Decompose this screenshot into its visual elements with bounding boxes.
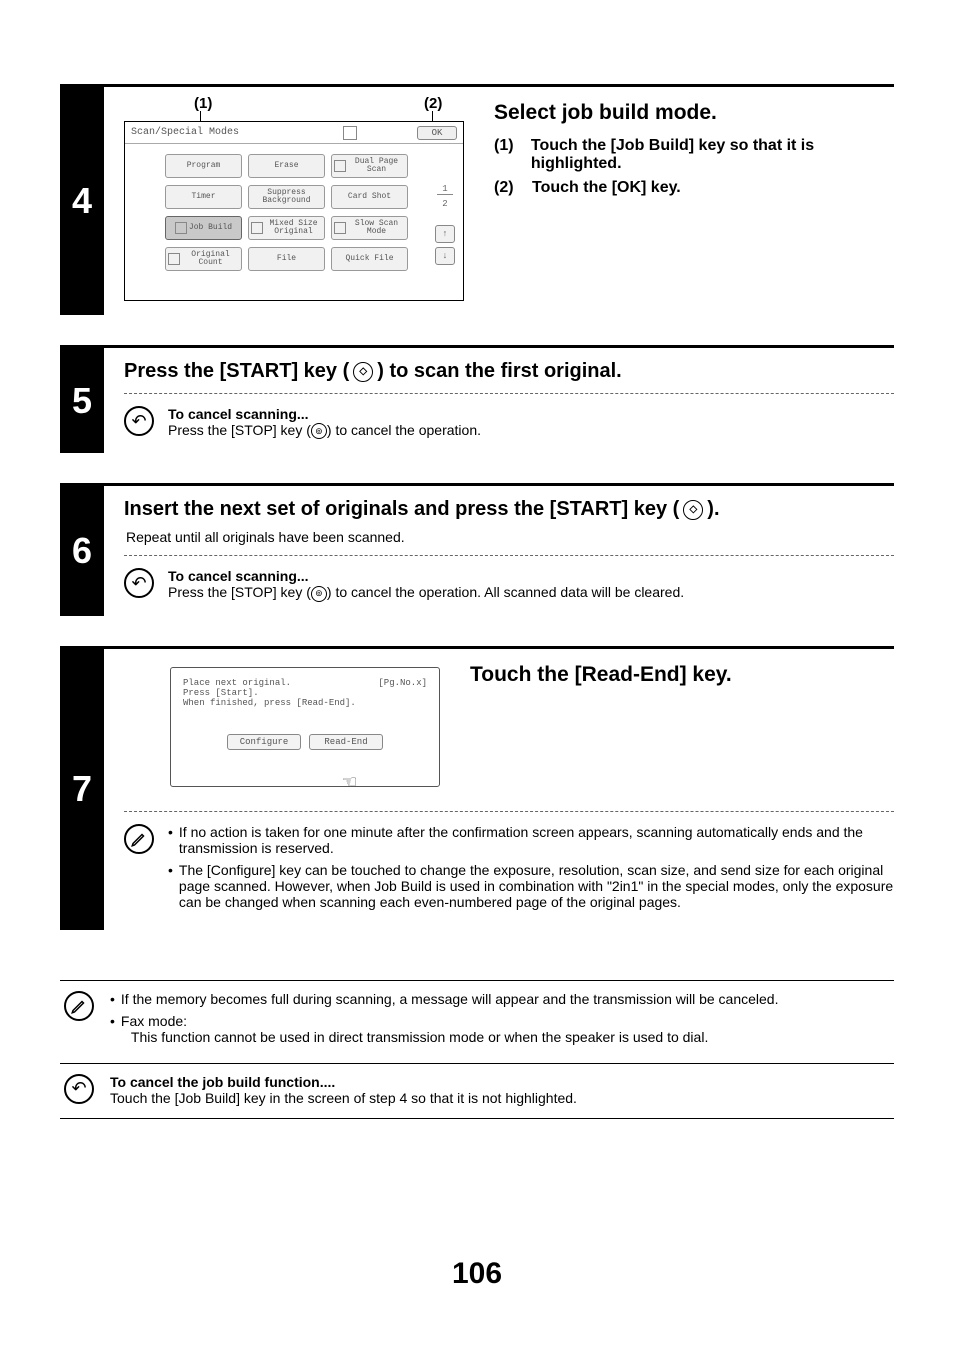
sub-text-1: Touch the [Job Build] key so that it is … <box>531 137 894 173</box>
step-4: 4 (1) (2) Scan/Special Modes OK <box>60 84 894 315</box>
hand-pointer-icon: ☜ <box>343 770 356 796</box>
dual-page-scan-button[interactable]: Dual Page Scan <box>331 154 408 178</box>
bullet-1: If no action is taken for one minute aft… <box>168 824 894 856</box>
bottom-notes: If the memory becomes full during scanni… <box>60 980 894 1119</box>
callout-1: (1) <box>194 95 212 112</box>
step-number: 4 <box>60 87 104 315</box>
cancel-job-build-body: Touch the [Job Build] key in the screen … <box>110 1090 890 1106</box>
step-number: 5 <box>60 348 104 453</box>
cancel-note: ↶ To cancel scanning... Press the [STOP]… <box>124 568 894 601</box>
page-number: 106 <box>0 1257 954 1291</box>
scroll-up-button[interactable]: ↑ <box>435 225 455 243</box>
cancel-note-body: Press the [STOP] key (⊚) to cancel the o… <box>168 584 684 601</box>
page-indicator-bottom: 2 <box>442 199 447 209</box>
card-shot-button[interactable]: Card Shot <box>331 185 408 209</box>
step-6: 6 Insert the next set of originals and p… <box>60 483 894 615</box>
erase-button[interactable]: Erase <box>248 154 325 178</box>
program-button[interactable]: Program <box>165 154 242 178</box>
quick-file-button[interactable]: Quick File <box>331 247 408 271</box>
step-number: 6 <box>60 486 104 615</box>
panel-line-2: Press [Start]. <box>183 688 427 698</box>
configure-button[interactable]: Configure <box>227 734 301 750</box>
bullet-2: The [Configure] key can be touched to ch… <box>168 862 894 910</box>
step-6-heading: Insert the next set of originals and pre… <box>124 498 894 521</box>
step-7: 7 Place next original. [Pg.No.x] Press [… <box>60 646 894 930</box>
mixed-size-original-button[interactable]: Mixed Size Original <box>248 216 325 240</box>
read-end-panel: Place next original. [Pg.No.x] Press [St… <box>170 667 440 787</box>
cancel-note-body: Press the [STOP] key (⊚) to cancel the o… <box>168 422 481 439</box>
file-button[interactable]: File <box>248 247 325 271</box>
stop-key-icon: ⊚ <box>311 423 327 439</box>
sub-text-2: Touch the [OK] key. <box>532 179 681 197</box>
panel-scroll: 1 2 ↑ ↓ <box>433 156 457 265</box>
stop-key-icon: ⊚ <box>311 586 327 602</box>
step-number: 7 <box>60 649 104 930</box>
undo-icon: ↶ <box>64 1074 94 1104</box>
pencil-icon <box>124 824 154 854</box>
step-7-heading: Touch the [Read-End] key. <box>470 663 732 687</box>
step-5-heading: Press the [START] key ( ◇ ) to scan the … <box>124 360 894 383</box>
cancel-note: ↶ To cancel scanning... Press the [STOP]… <box>124 406 894 439</box>
bottom-bullet-2: Fax mode: This function cannot be used i… <box>110 1013 890 1045</box>
bottom-bullet-1: If the memory becomes full during scanni… <box>110 991 890 1007</box>
slow-scan-icon <box>334 222 346 234</box>
step-7-notes: If no action is taken for one minute aft… <box>124 824 894 916</box>
panel-line-3: When finished, press [Read-End]. <box>183 698 427 708</box>
touch-panel-wrap: (1) (2) Scan/Special Modes OK Pro <box>124 95 464 301</box>
start-key-icon: ◇ <box>683 500 703 520</box>
callout-2: (2) <box>424 95 442 112</box>
slow-scan-mode-button[interactable]: Slow Scan Mode <box>331 216 408 240</box>
job-build-icon <box>175 222 187 234</box>
timer-button[interactable]: Timer <box>165 185 242 209</box>
page-indicator-top: 1 <box>437 184 453 195</box>
divider <box>124 811 894 812</box>
job-build-button[interactable]: Job Build <box>165 216 242 240</box>
read-end-button[interactable]: Read-End <box>309 734 383 750</box>
scroll-down-button[interactable]: ↓ <box>435 247 455 265</box>
sub-label-2: (2) <box>494 179 522 197</box>
sub-label-1: (1) <box>494 137 521 173</box>
step-6-subdesc: Repeat until all originals have been sca… <box>126 529 894 545</box>
step-4-instructions: Select job build mode. (1) Touch the [Job… <box>494 95 894 203</box>
suppress-background-button[interactable]: Suppress Background <box>248 185 325 209</box>
panel-line-1a: Place next original. <box>183 678 291 688</box>
start-key-icon: ◇ <box>353 362 373 382</box>
dual-page-icon <box>334 160 346 172</box>
mixed-size-icon <box>251 222 263 234</box>
step-5: 5 Press the [START] key ( ◇ ) to scan th… <box>60 345 894 453</box>
panel-line-1b: [Pg.No.x] <box>378 678 427 688</box>
cancel-job-build-title: To cancel the job build function.... <box>110 1074 890 1090</box>
undo-icon: ↶ <box>124 568 154 598</box>
usb-icon <box>343 126 357 140</box>
cancel-note-title: To cancel scanning... <box>168 568 684 584</box>
ok-button[interactable]: OK <box>417 126 457 140</box>
original-count-button[interactable]: Original Count <box>165 247 242 271</box>
cancel-note-title: To cancel scanning... <box>168 406 481 422</box>
divider <box>124 555 894 556</box>
pencil-icon <box>64 991 94 1021</box>
step-4-heading: Select job build mode. <box>494 101 894 125</box>
undo-icon: ↶ <box>124 406 154 436</box>
panel-title: Scan/Special Modes <box>131 127 239 138</box>
divider <box>124 393 894 394</box>
scan-special-modes-panel: Scan/Special Modes OK Program Erase Dual… <box>124 121 464 301</box>
original-count-icon <box>168 253 180 265</box>
